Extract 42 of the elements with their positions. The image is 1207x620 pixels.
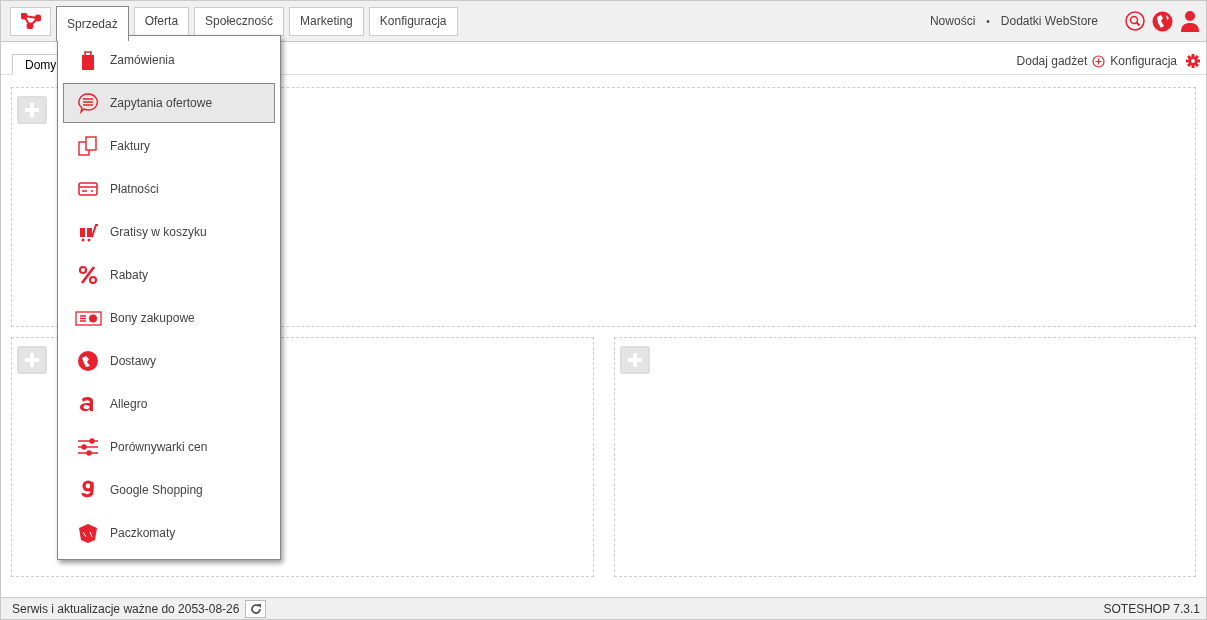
voucher-icon <box>74 308 102 328</box>
search-icon <box>1125 11 1145 31</box>
menu-item[interactable]: Gratisy w koszyku <box>63 212 275 252</box>
webstore-link[interactable]: Dodatki WebStore <box>1000 14 1098 28</box>
nav-tab[interactable]: Marketing <box>289 6 364 36</box>
menu-item[interactable]: Dostawy <box>63 341 275 381</box>
menu-item[interactable]: Porównywarki cen <box>63 427 275 467</box>
menu-item[interactable]: Płatności <box>63 169 275 209</box>
version-text: SOTESHOP 7.3.1 <box>1103 601 1200 616</box>
refresh-button[interactable] <box>245 599 267 618</box>
menu-item[interactable]: Faktury <box>63 126 275 166</box>
search-button[interactable] <box>1125 11 1145 31</box>
user-button[interactable] <box>1180 10 1200 32</box>
news-link[interactable]: Nowości <box>929 14 976 28</box>
plus-icon <box>626 352 643 368</box>
menu-item[interactable]: Zapytania ofertowe <box>63 83 275 123</box>
nav-tab[interactable]: Konfiguracja <box>368 6 458 36</box>
nav-tab[interactable]: Społeczność <box>194 6 285 36</box>
menu-item[interactable]: Allegro <box>63 384 275 424</box>
refresh-icon <box>249 602 262 615</box>
speech-bubble-icon <box>77 92 99 114</box>
menu-item[interactable]: Bony zakupowe <box>63 298 275 338</box>
plus-circle-icon <box>1092 54 1106 68</box>
plus-icon <box>24 352 40 368</box>
percent-icon <box>77 264 99 286</box>
nav-tab[interactable]: Sprzedaż <box>56 6 129 41</box>
network-icon <box>20 13 41 29</box>
configuration-link[interactable]: Konfiguracja <box>1110 54 1177 68</box>
sliders-icon <box>77 436 99 458</box>
menu-item[interactable]: Rabaty <box>63 255 275 295</box>
add-gadget-link[interactable]: Dodaj gadżet <box>1016 54 1088 68</box>
gift-cart-icon <box>77 221 99 243</box>
logo-button[interactable] <box>10 6 51 36</box>
settings-icon <box>1186 54 1200 68</box>
user-icon <box>1180 10 1200 32</box>
documents-icon <box>77 135 99 157</box>
service-validity-text: Serwis i aktualizacje ważne do 2053-08-26 <box>12 601 240 616</box>
separator-dot: • <box>986 15 990 27</box>
plus-icon <box>24 102 40 118</box>
menu-item[interactable]: Google Shopping <box>63 470 275 510</box>
nav-tab[interactable]: Oferta <box>133 6 190 36</box>
menu-item[interactable]: Paczkomaty <box>63 513 275 553</box>
